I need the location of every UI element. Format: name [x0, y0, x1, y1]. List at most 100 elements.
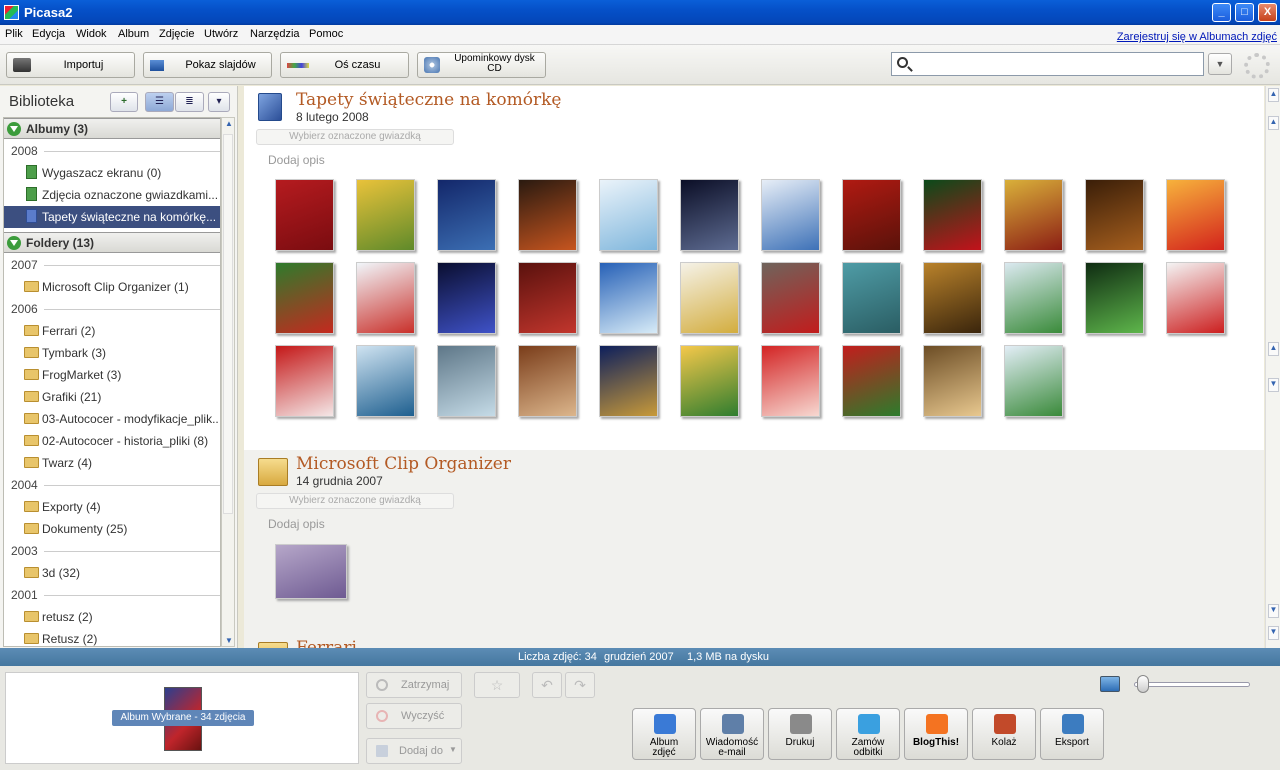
star-button[interactable]: ☆ — [474, 672, 520, 698]
folder-item[interactable]: 03-Autococer - modyfikacje_plik... — [4, 408, 220, 430]
collage-button[interactable]: Kolaż — [972, 708, 1036, 760]
select-starred-button[interactable]: Wybierz oznaczone gwiazdką — [256, 493, 454, 509]
scroll-down-icon[interactable]: ▼ — [224, 636, 234, 645]
folder-item[interactable]: Microsoft Clip Organizer (1) — [4, 276, 220, 298]
zoom-slider[interactable] — [1134, 682, 1250, 687]
photo-thumbnail[interactable] — [599, 345, 658, 417]
folder-item[interactable]: 3d (32) — [4, 562, 220, 584]
photo-thumbnail[interactable] — [923, 179, 982, 251]
albums-section-header[interactable]: Albumy (3) — [4, 118, 220, 139]
photo-thumbnail[interactable] — [1085, 262, 1144, 334]
search-input[interactable] — [891, 52, 1204, 76]
photo-thumbnail[interactable] — [275, 345, 334, 417]
album-title[interactable]: Tapety świąteczne na komórkę — [296, 90, 561, 110]
maximize-button[interactable]: □ — [1235, 3, 1254, 22]
hold-button[interactable]: Zatrzymaj — [366, 672, 462, 698]
folder-item[interactable]: 02-Autococer - historia_pliki (8) — [4, 430, 220, 452]
tree-view-icon[interactable]: ≣ — [175, 92, 204, 112]
photo-thumbnail[interactable] — [1004, 179, 1063, 251]
select-starred-button[interactable]: Wybierz oznaczone gwiazdką — [256, 129, 454, 145]
photo-thumbnail[interactable] — [680, 262, 739, 334]
gift-cd-button[interactable]: Upominkowy dysk CD — [417, 52, 546, 78]
photo-thumbnail[interactable] — [761, 179, 820, 251]
photo-thumbnail[interactable] — [518, 179, 577, 251]
photo-thumbnail[interactable] — [437, 345, 496, 417]
photo-thumbnail[interactable] — [518, 262, 577, 334]
minimize-button[interactable]: _ — [1212, 3, 1231, 22]
library-scrollbar[interactable]: ▲ ▼ — [221, 117, 235, 647]
email-button[interactable]: Wiadomość e-mail — [700, 708, 764, 760]
menu-create[interactable]: Utwórz — [204, 28, 238, 40]
menu-view[interactable]: Widok — [76, 28, 107, 40]
scroll-up-icon[interactable]: ▲ — [1268, 88, 1279, 102]
photo-thumbnail[interactable] — [761, 345, 820, 417]
search-options-dropdown[interactable]: ▼ — [1208, 53, 1232, 75]
folder-item[interactable]: Exporty (4) — [4, 496, 220, 518]
photo-thumbnail[interactable] — [1004, 345, 1063, 417]
scroll-up-icon[interactable]: ▲ — [224, 119, 234, 128]
menu-album[interactable]: Album — [118, 28, 149, 40]
photo-thumbnail[interactable] — [275, 262, 334, 334]
photo-thumbnail[interactable] — [1085, 179, 1144, 251]
library-options-dropdown-icon[interactable]: ▾ — [208, 92, 230, 112]
add-description-field[interactable]: Dodaj opis — [268, 153, 325, 167]
photo-thumbnail[interactable] — [923, 262, 982, 334]
folder-item[interactable]: Tymbark (3) — [4, 342, 220, 364]
zoom-slider-handle[interactable] — [1137, 675, 1149, 693]
menu-edit[interactable]: Edycja — [32, 28, 65, 40]
slideshow-button[interactable]: Pokaz slajdów — [143, 52, 272, 78]
album-title[interactable]: Microsoft Clip Organizer — [296, 454, 511, 474]
clear-button[interactable]: Wyczyść — [366, 703, 462, 729]
scroll-thumb[interactable] — [223, 134, 233, 514]
photo-thumbnail[interactable] — [761, 262, 820, 334]
add-to-button[interactable]: Dodaj do ▼ — [366, 738, 462, 764]
photo-thumbnail[interactable] — [1004, 262, 1063, 334]
rotate-left-button[interactable]: ↶ — [532, 672, 562, 698]
menu-picture[interactable]: Zdjęcie — [159, 28, 194, 40]
photo-thumbnail[interactable] — [680, 345, 739, 417]
album-item[interactable]: Zdjęcia oznaczone gwiazdkami... — [4, 184, 220, 206]
menu-tools[interactable]: Narzędzia — [250, 28, 300, 40]
photo-thumbnail[interactable] — [842, 345, 901, 417]
folder-item[interactable]: FrogMarket (3) — [4, 364, 220, 386]
photo-thumbnail[interactable] — [518, 345, 577, 417]
photo-thumbnail[interactable] — [599, 179, 658, 251]
folder-item[interactable]: Dokumenty (25) — [4, 518, 220, 540]
folders-section-header[interactable]: Foldery (13) — [4, 232, 220, 253]
add-description-field[interactable]: Dodaj opis — [268, 517, 325, 531]
web-album-button[interactable]: Album zdjęć — [632, 708, 696, 760]
photo-thumbnail[interactable] — [842, 262, 901, 334]
import-button[interactable]: Importuj — [6, 52, 135, 78]
rotate-right-button[interactable]: ↷ — [565, 672, 595, 698]
menu-help[interactable]: Pomoc — [309, 28, 343, 40]
photo-thumbnail[interactable] — [1166, 262, 1225, 334]
album-item[interactable]: Tapety świąteczne na komórkę... — [4, 206, 220, 228]
photo-thumbnail[interactable] — [356, 345, 415, 417]
export-button[interactable]: Eksport — [1040, 708, 1104, 760]
photo-thumbnail[interactable] — [437, 262, 496, 334]
album-item[interactable]: Wygaszacz ekranu (0) — [4, 162, 220, 184]
add-album-button[interactable]: + — [110, 92, 138, 112]
photo-thumbnail[interactable] — [680, 179, 739, 251]
page-down-icon[interactable]: ▼ — [1268, 378, 1279, 392]
page-up-icon[interactable]: ▲ — [1268, 342, 1279, 356]
album-title[interactable]: Ferrari — [296, 638, 357, 648]
menu-file[interactable]: Plik — [5, 28, 23, 40]
main-scrollbar[interactable]: ▲ ▲ ▲ ▼ ▼ ▼ — [1265, 86, 1280, 648]
folder-item[interactable]: Retusz (2) — [4, 628, 220, 646]
print-button[interactable]: Drukuj — [768, 708, 832, 760]
photo-thumbnail[interactable] — [356, 179, 415, 251]
photo-thumbnail[interactable] — [923, 345, 982, 417]
photo-thumbnail[interactable] — [437, 179, 496, 251]
photo-thumbnail[interactable] — [275, 544, 347, 599]
page-up-icon[interactable]: ▲ — [1268, 116, 1279, 130]
photo-thumbnail[interactable] — [275, 179, 334, 251]
photo-thumbnail[interactable] — [1166, 179, 1225, 251]
folder-item[interactable]: Ferrari (2) — [4, 320, 220, 342]
timeline-button[interactable]: Oś czasu — [280, 52, 409, 78]
folder-item[interactable]: Twarz (4) — [4, 452, 220, 474]
page-down-icon[interactable]: ▼ — [1268, 604, 1279, 618]
blogthis-button[interactable]: BlogThis! — [904, 708, 968, 760]
list-view-icon[interactable]: ☰ — [145, 92, 174, 112]
scroll-down-icon[interactable]: ▼ — [1268, 626, 1279, 640]
